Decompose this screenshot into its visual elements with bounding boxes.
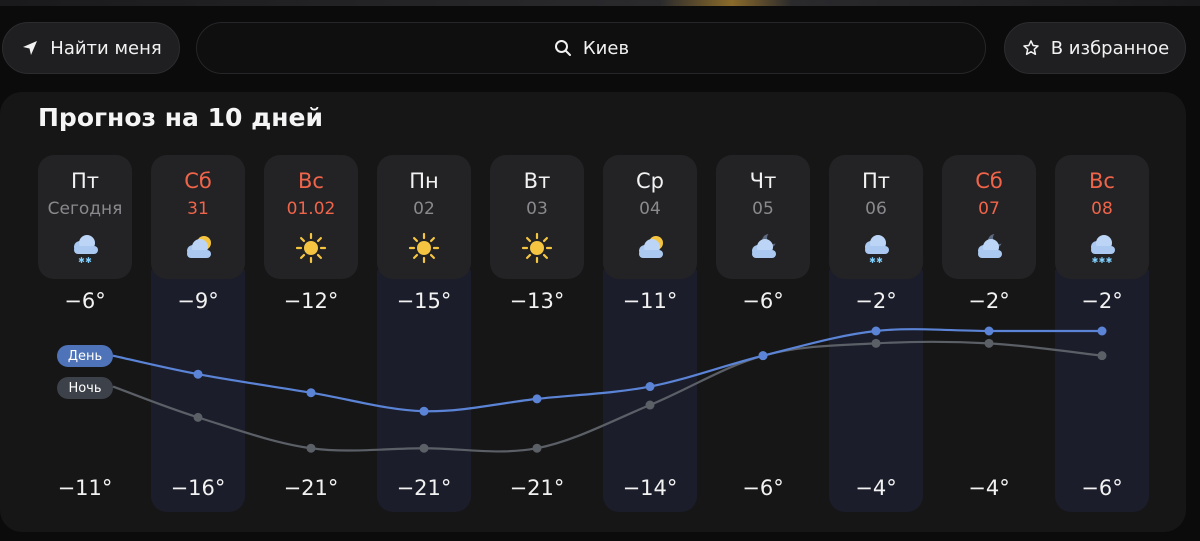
night-temperature-point xyxy=(645,400,655,410)
day-temperature-point xyxy=(419,406,429,416)
day-temperature-point xyxy=(645,382,655,392)
day-temperature-point xyxy=(193,369,203,379)
temperature-chart xyxy=(112,326,1107,453)
day-temperature-point xyxy=(984,326,994,336)
night-temperature-point xyxy=(871,338,881,348)
day-temperature-point xyxy=(871,326,881,336)
night-temperature-point xyxy=(532,443,542,453)
day-temperature-point xyxy=(306,388,316,398)
night-temperature-point xyxy=(306,443,316,453)
day-temperature-point xyxy=(1097,326,1107,336)
day-temperature-point xyxy=(532,394,542,404)
night-temperature-line xyxy=(112,340,1103,453)
night-temperature-point xyxy=(193,412,203,422)
night-temperature-point xyxy=(419,443,429,453)
night-temperature-point xyxy=(984,338,994,348)
day-temperature-point xyxy=(758,351,768,361)
night-temperature-point xyxy=(1097,351,1107,361)
